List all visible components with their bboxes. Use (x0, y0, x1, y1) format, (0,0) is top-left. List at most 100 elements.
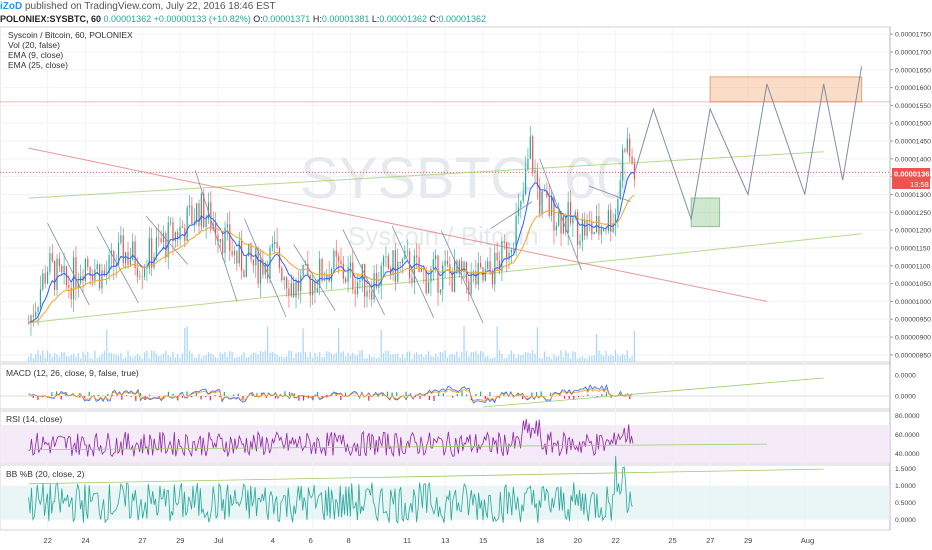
macd-histogram-bar (456, 394, 458, 396)
volume-bar (427, 351, 430, 362)
candle-body (631, 156, 633, 164)
volume-bar (143, 352, 146, 362)
volume-bar (539, 358, 541, 362)
volume-bar (577, 358, 579, 362)
candle-body (167, 222, 169, 258)
macd-histogram-bar (582, 396, 584, 397)
candle-body (219, 239, 221, 243)
volume-bar (309, 351, 311, 362)
volume-bar (598, 350, 600, 362)
candle-body (134, 241, 136, 268)
candle-body (96, 264, 98, 270)
volume-bar (382, 352, 385, 362)
volume-bar (555, 356, 557, 362)
volume-bar (146, 350, 148, 362)
volume-bar (352, 352, 354, 362)
candle-body (487, 261, 489, 270)
candle-body (425, 269, 427, 294)
price-tick-label: 0.00001550 (895, 103, 931, 110)
price-tick-label: 0.00001050 (895, 281, 931, 288)
candle-body (387, 256, 389, 269)
macd-histogram-bar (605, 392, 608, 396)
volume-bar (380, 329, 382, 362)
volume-bar (515, 358, 517, 362)
price-tick-label: 0.00000900 (895, 335, 931, 342)
date-tick-label: 13 (441, 536, 449, 545)
macd-histogram-bar (563, 396, 566, 399)
volume-bar (477, 354, 479, 362)
macd-histogram-bar (461, 391, 463, 396)
volume-bar (200, 358, 202, 362)
volume-bar (472, 352, 475, 362)
volume-bar (534, 353, 536, 362)
price-tick-label: 0.00001250 (895, 210, 931, 217)
date-tick-label: 4 (271, 536, 275, 545)
volume-bar (584, 358, 586, 362)
volume-bar (243, 352, 245, 362)
volume-bar (267, 326, 269, 362)
macd-histogram-bar (326, 396, 328, 398)
volume-bar (404, 358, 406, 362)
volume-bar (548, 356, 550, 362)
volume-bar (295, 352, 297, 362)
candle-body (484, 269, 486, 281)
candle-body (323, 280, 326, 282)
candle-body (371, 291, 373, 300)
volume-bar (508, 354, 510, 362)
macd-histogram-bar (577, 396, 580, 398)
volume-bar (359, 350, 361, 362)
volume-bar (392, 354, 394, 362)
volume-bar (158, 355, 160, 362)
macd-histogram-bar (601, 394, 603, 396)
volume-bar (409, 351, 411, 362)
candle-body (233, 251, 236, 256)
bb-tick-label: 1.0000 (895, 483, 916, 490)
bb-tick-label: 0.0000 (895, 517, 916, 524)
volume-bar (72, 353, 75, 362)
volume-bar (248, 356, 250, 362)
volume-bar (621, 353, 624, 362)
watermark-symbol: SYSBTC, 60 (300, 146, 629, 211)
volume-bar (482, 351, 484, 362)
volume-bar (435, 353, 437, 362)
candle-body (508, 252, 510, 260)
date-tick-label: Aug (801, 536, 814, 545)
volume-bar (46, 350, 49, 362)
volume-bar (224, 352, 226, 362)
candle-body (236, 251, 238, 264)
macd-histogram-bar (480, 391, 482, 396)
candle-body (385, 256, 387, 257)
candle-body (572, 217, 574, 224)
candle-body (285, 277, 288, 289)
candle-body (44, 273, 46, 284)
volume-bar (463, 325, 465, 362)
candle-body (186, 207, 188, 241)
volume-bar (503, 358, 505, 362)
candle-body (607, 210, 609, 231)
candle-body (382, 256, 385, 266)
macd-histogram-bar (288, 391, 291, 396)
macd-histogram-bar (88, 391, 90, 396)
volume-bar (136, 354, 139, 362)
macd-histogram-bar (130, 396, 132, 397)
candle-body (49, 253, 51, 272)
candle-body (155, 237, 157, 257)
candle-body (373, 273, 375, 300)
candle-body (146, 268, 148, 269)
macd-histogram-bar (200, 396, 202, 400)
candle-body (271, 244, 273, 248)
price-tick-label: 0.00001400 (895, 156, 931, 163)
chart-canvas[interactable]: SYSBTC, 60 Syscoin / Bitcoin 0.000017500… (0, 0, 932, 550)
candle-body (472, 270, 475, 272)
candle-body (293, 283, 295, 298)
volume-bar (219, 352, 221, 362)
volume-bar (229, 351, 231, 362)
candle-body (510, 249, 512, 253)
volume-bar (236, 356, 238, 362)
candle-body (437, 255, 439, 293)
candle-body (406, 251, 408, 252)
macd-histogram-bar (205, 396, 207, 398)
volume-bar (302, 328, 304, 362)
volume-bar (565, 350, 567, 362)
macd-histogram-bar (484, 396, 486, 400)
